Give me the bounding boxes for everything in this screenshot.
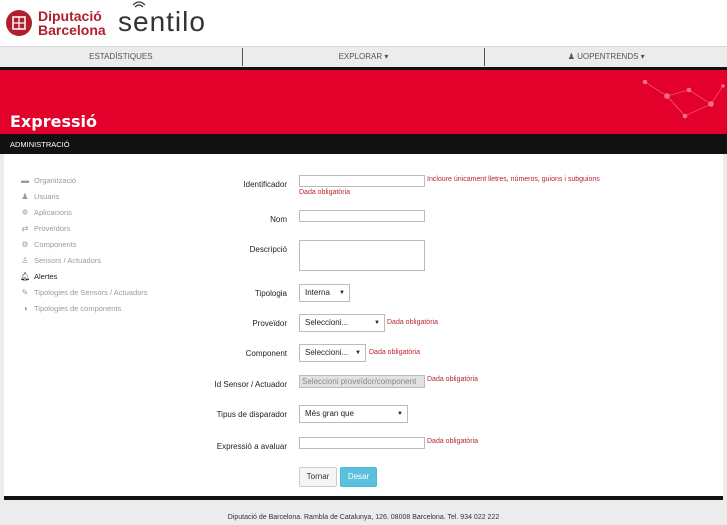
disparador-select[interactable]: Més gran que ▼ bbox=[299, 405, 408, 423]
footer-border bbox=[4, 496, 723, 500]
chevron-down-icon: ▼ bbox=[374, 320, 380, 326]
sensor-error: Dada obligatòria bbox=[427, 376, 478, 383]
sidebar-item-label: Usuaris bbox=[34, 191, 60, 201]
seal-icon bbox=[6, 10, 32, 36]
component-label: Component bbox=[245, 349, 287, 358]
component-value: Seleccioni... bbox=[305, 348, 349, 357]
back-button[interactable]: Tornar bbox=[299, 467, 337, 487]
descripcio-label: Descripció bbox=[249, 245, 287, 254]
sensor-input[interactable]: Seleccioni proveïdor/component bbox=[299, 375, 425, 388]
network-decoration bbox=[642, 79, 725, 119]
sidebar-item-sensors[interactable]: ♙ Sensors / Actuadors bbox=[20, 252, 148, 268]
sidebar-item-usuaris[interactable]: ♟ Usuaris bbox=[20, 188, 148, 204]
nav-estadistiques[interactable]: ESTADÍSTIQUES bbox=[0, 47, 242, 67]
contrast-icon: ◑ bbox=[22, 303, 28, 313]
user-icon: ♟ bbox=[567, 52, 578, 61]
top-header: Diputació Barcelona sentilo bbox=[0, 0, 727, 46]
proveidor-value: Seleccioni... bbox=[305, 318, 349, 327]
diputacio-logo[interactable]: Diputació Barcelona bbox=[6, 9, 106, 37]
footer-text: Diputació de Barcelona. Rambla de Catalu… bbox=[227, 514, 500, 521]
sidebar-item-label: Alertes bbox=[34, 271, 58, 281]
nav-user-label: UOPENTRENDS ▾ bbox=[577, 52, 645, 61]
sensor-label: Id Sensor / Actuador bbox=[214, 380, 288, 389]
arrows-icon: ⇄ bbox=[21, 223, 29, 233]
tipologia-value: Interna bbox=[305, 288, 330, 297]
sentilo-logo[interactable]: sentilo bbox=[118, 1, 206, 38]
nom-label: Nom bbox=[270, 215, 287, 224]
component-select[interactable]: Seleccioni... ▼ bbox=[299, 344, 366, 362]
sidebar-item-label: Components bbox=[34, 239, 77, 249]
tipologia-label: Tipologia bbox=[254, 289, 287, 298]
main-navbar: ESTADÍSTIQUES EXPLORAR ▾ ♟ UOPENTRENDS ▾ bbox=[0, 46, 727, 68]
sidebar-item-label: Tipologies de components bbox=[34, 303, 122, 313]
chevron-down-icon: ▼ bbox=[339, 290, 345, 296]
product-name: sentilo bbox=[118, 6, 206, 37]
tipologia-select[interactable]: Interna ▼ bbox=[299, 284, 350, 302]
wrench-icon: ✎ bbox=[21, 287, 29, 297]
nav-user-menu[interactable]: ♟ UOPENTRENDS ▾ bbox=[485, 47, 727, 67]
hero-banner: Expressió bbox=[0, 68, 727, 134]
sidebar-item-label: Sensors / Actuadors bbox=[34, 255, 102, 265]
disparador-value: Més gran que bbox=[305, 409, 354, 418]
identificador-error: Dada obligatòria bbox=[299, 189, 350, 196]
sensor-icon: ♙ bbox=[21, 255, 29, 265]
sidebar-item-label: Proveïdors bbox=[34, 223, 71, 233]
proveidor-select[interactable]: Seleccioni... ▼ bbox=[299, 314, 385, 332]
briefcase-icon: ▬ bbox=[21, 175, 29, 185]
bell-icon: 🔔︎ bbox=[20, 271, 31, 281]
descripcio-textarea[interactable] bbox=[299, 240, 425, 271]
hero-top-border bbox=[0, 67, 727, 70]
expressio-input[interactable] bbox=[299, 437, 425, 449]
page-title: Expressió bbox=[10, 112, 97, 131]
disparador-label: Tipus de disparador bbox=[216, 410, 287, 419]
identificador-hint: Incloure únicament lletres, números, gui… bbox=[427, 176, 600, 183]
identificador-input[interactable] bbox=[299, 175, 425, 187]
section-bar: ADMINISTRACIÓ bbox=[0, 134, 727, 154]
brand-line-1: Diputació bbox=[38, 8, 102, 24]
proveidor-error: Dada obligatòria bbox=[387, 319, 438, 326]
gear-icon: ✲ bbox=[21, 207, 29, 217]
nav-explorar[interactable]: EXPLORAR ▾ bbox=[243, 47, 485, 67]
proveidor-label: Proveïdor bbox=[252, 319, 287, 328]
chevron-down-icon: ▼ bbox=[355, 350, 361, 356]
save-button[interactable]: Desar bbox=[340, 467, 377, 487]
component-error: Dada obligatòria bbox=[369, 349, 420, 356]
brand-line-2: Barcelona bbox=[38, 22, 106, 38]
gears-icon: ⚙ bbox=[21, 239, 29, 249]
expressio-label: Expressió a avaluar bbox=[216, 442, 287, 451]
wifi-icon bbox=[132, 1, 146, 8]
expressio-error: Dada obligatòria bbox=[427, 438, 478, 445]
sidebar-item-label: Organització bbox=[34, 175, 77, 185]
section-label: ADMINISTRACIÓ bbox=[10, 140, 70, 149]
user-icon: ♟ bbox=[21, 191, 29, 201]
identificador-label: Identificador bbox=[243, 180, 287, 189]
nom-input[interactable] bbox=[299, 210, 425, 222]
sidebar-item-alertes[interactable]: 🔔︎ Alertes bbox=[20, 268, 148, 284]
chevron-down-icon: ▼ bbox=[397, 411, 403, 417]
sidebar-item-label: Aplicacions bbox=[34, 207, 72, 217]
sidebar-item-tipologies-components[interactable]: ◑ Tipologies de components bbox=[20, 300, 148, 316]
